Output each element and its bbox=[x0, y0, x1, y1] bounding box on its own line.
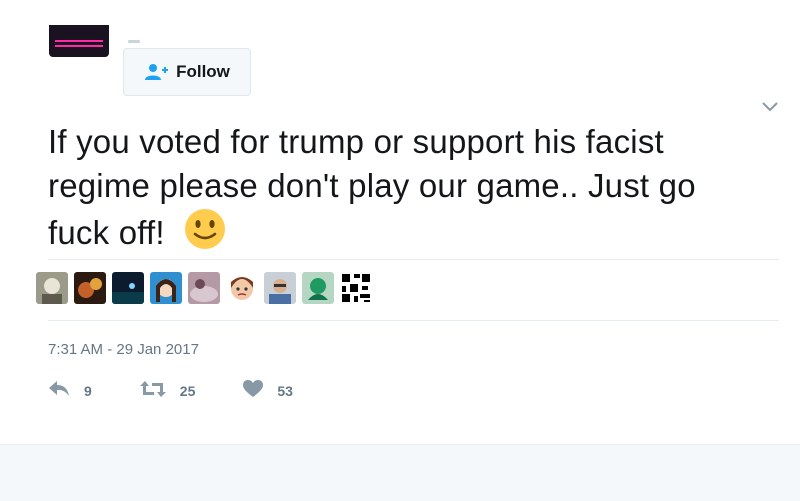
avatar[interactable] bbox=[226, 272, 258, 304]
reply-area-band bbox=[0, 444, 800, 501]
profile-logo bbox=[55, 40, 103, 47]
tweet-actions: 9 25 53 bbox=[48, 379, 341, 403]
tweet-text: If you voted for trump or support his fa… bbox=[48, 120, 748, 261]
retweet-icon bbox=[139, 380, 166, 403]
tweet-text-line: fuck off! bbox=[48, 208, 748, 261]
avatar[interactable] bbox=[340, 272, 372, 304]
chevron-down-icon[interactable] bbox=[760, 97, 780, 117]
profile-picture[interactable] bbox=[49, 25, 109, 57]
divider bbox=[48, 259, 779, 260]
add-user-icon bbox=[144, 63, 169, 81]
reply-button[interactable]: 9 bbox=[48, 380, 92, 403]
liked-by-avatars bbox=[36, 272, 372, 304]
avatar[interactable] bbox=[150, 272, 182, 304]
divider bbox=[48, 320, 779, 321]
avatar[interactable] bbox=[188, 272, 220, 304]
avatar[interactable] bbox=[264, 272, 296, 304]
heart-icon bbox=[243, 379, 264, 403]
avatar[interactable] bbox=[74, 272, 106, 304]
slightly-smiling-face-icon bbox=[184, 208, 226, 261]
username-fragment bbox=[128, 40, 140, 43]
reply-count: 9 bbox=[84, 383, 92, 399]
retweet-button[interactable]: 25 bbox=[139, 380, 196, 403]
avatar[interactable] bbox=[302, 272, 334, 304]
like-button[interactable]: 53 bbox=[243, 379, 293, 403]
tweet-text-line: If you voted for trump or support his fa… bbox=[48, 123, 664, 160]
reply-icon bbox=[48, 380, 70, 403]
avatar[interactable] bbox=[112, 272, 144, 304]
tweet-timestamp[interactable]: 7:31 AM - 29 Jan 2017 bbox=[48, 341, 199, 358]
avatar[interactable] bbox=[36, 272, 68, 304]
follow-button[interactable]: Follow bbox=[123, 48, 251, 96]
like-count: 53 bbox=[277, 383, 293, 399]
retweet-count: 25 bbox=[179, 383, 196, 399]
follow-label: Follow bbox=[176, 62, 230, 81]
tweet-text-line: regime please don't play our game.. Just… bbox=[48, 167, 696, 204]
